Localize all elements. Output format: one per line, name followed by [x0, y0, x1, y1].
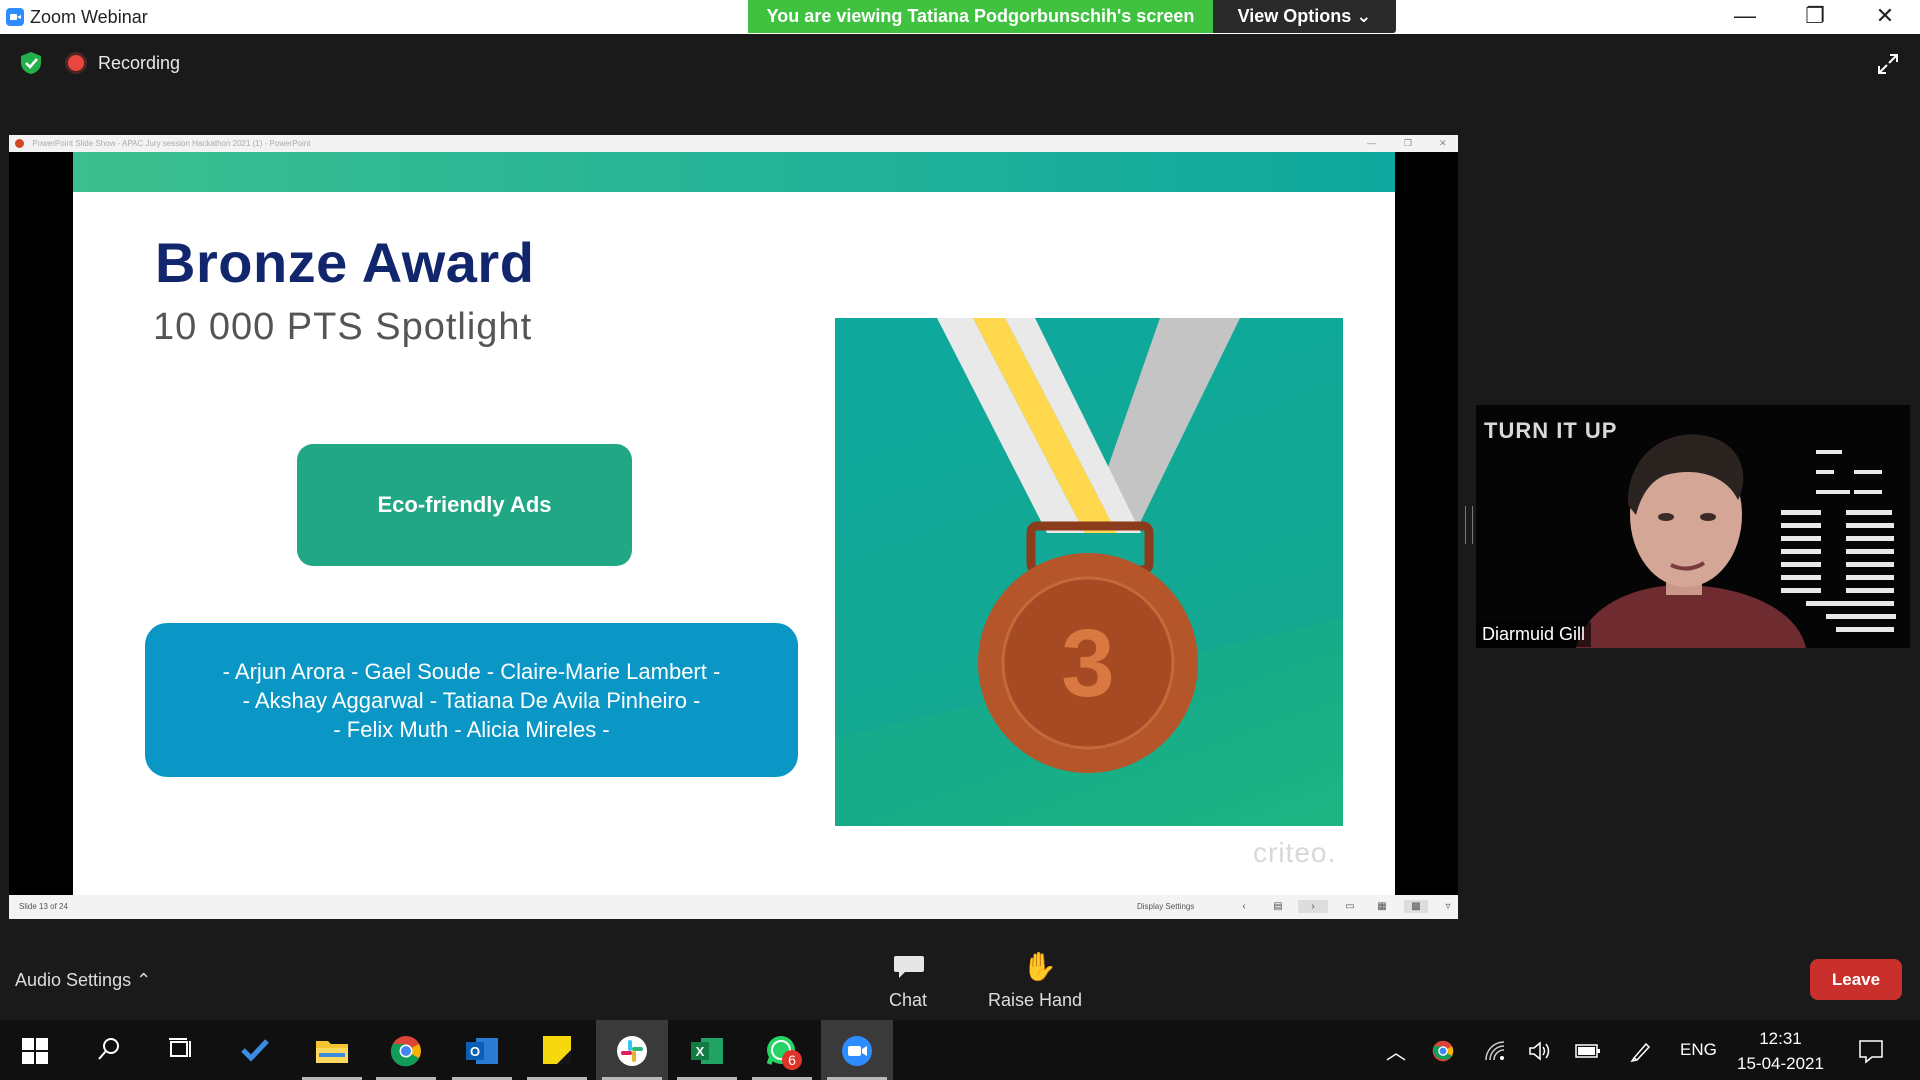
minimize-button[interactable]: —: [1710, 0, 1780, 34]
chrome-app[interactable]: [370, 1020, 442, 1080]
view-options-button[interactable]: View Options ⌄: [1213, 0, 1396, 33]
slide-sorter-icon[interactable]: ▦: [1375, 900, 1389, 913]
participant-name: Diarmuid Gill: [1476, 622, 1592, 647]
criteo-logo: criteo.: [1253, 837, 1337, 868]
language-indicator[interactable]: ENG: [1680, 1040, 1717, 1060]
chat-icon[interactable]: [893, 954, 925, 980]
reading-view-icon[interactable]: ▩: [1404, 900, 1428, 913]
search-icon[interactable]: [96, 1036, 122, 1062]
team-names-line: - Akshay Aggarwal - Tatiana De Avila Pin…: [242, 687, 701, 713]
panel-resize-handle[interactable]: [1465, 506, 1473, 544]
wifi-icon[interactable]: [1484, 1040, 1506, 1062]
zoom-icon: [842, 1036, 872, 1066]
window-title: Zoom Webinar: [30, 7, 148, 27]
raise-hand-label[interactable]: Raise Hand: [980, 990, 1090, 1011]
powerpoint-icon: [15, 139, 24, 149]
pp-minimize-icon[interactable]: —: [1367, 135, 1376, 152]
powerpoint-status-bar: Slide 13 of 24 Display Settings ‹ ▤ › ▭ …: [9, 895, 1458, 919]
battery-icon[interactable]: [1575, 1043, 1601, 1059]
outlook-icon: O: [466, 1038, 498, 1064]
action-center-icon[interactable]: [1858, 1038, 1884, 1064]
team-names-line: - Felix Muth - Alicia Mireles -: [333, 716, 610, 742]
powerpoint-title: PowerPoint Slide Show - APAC Jury sessio…: [32, 139, 311, 148]
viewing-screen-banner: You are viewing Tatiana Podgorbunschih's…: [748, 0, 1213, 33]
audio-settings-button[interactable]: Audio Settings ⌃: [15, 970, 151, 991]
todo-app-icon[interactable]: [240, 1036, 270, 1064]
whatsapp-app[interactable]: 6: [746, 1020, 818, 1080]
slide-menu-icon[interactable]: ▤: [1271, 900, 1285, 913]
team-names-line: - Arjun Arora - Gael Soude - Claire-Mari…: [222, 658, 721, 684]
slide-subtitle: 10 000 PTS Spotlight: [153, 306, 533, 348]
zoom-logo-icon: [6, 8, 24, 26]
chrome-icon: [390, 1036, 421, 1067]
tray-chrome-icon[interactable]: [1432, 1040, 1454, 1062]
whatsapp-badge: 6: [782, 1050, 802, 1070]
excel-app[interactable]: X: [671, 1020, 743, 1080]
maximize-button[interactable]: ❐: [1780, 0, 1850, 34]
clock-date: 15-04-2021: [1737, 1054, 1824, 1073]
raise-hand-icon[interactable]: ✋: [1022, 950, 1057, 983]
close-button[interactable]: ✕: [1850, 0, 1920, 34]
slide-header-band: [73, 152, 1395, 192]
normal-view-icon[interactable]: ▭: [1343, 900, 1357, 913]
bronze-medal-icon: 3: [835, 318, 1343, 826]
svg-text:O: O: [470, 1044, 480, 1059]
slide-title: Bronze Award: [155, 231, 535, 294]
system-clock[interactable]: 12:31 15-04-2021: [1737, 1026, 1824, 1076]
medal-illustration: 3: [835, 318, 1343, 826]
clock-time: 12:31: [1759, 1029, 1802, 1048]
slide-counter: Slide 13 of 24: [19, 902, 68, 911]
presentation-slide: Bronze Award 10 000 PTS Spotlight Eco-fr…: [73, 152, 1395, 895]
slack-app[interactable]: [596, 1020, 668, 1080]
excel-icon: X: [691, 1038, 723, 1064]
next-slide-icon[interactable]: ›: [1298, 900, 1328, 913]
folder-icon: [316, 1041, 348, 1063]
medal-number: 3: [1061, 610, 1114, 717]
recording-label[interactable]: Recording: [98, 53, 180, 74]
powerpoint-titlebar: PowerPoint Slide Show - APAC Jury sessio…: [9, 135, 1458, 152]
chat-label[interactable]: Chat: [868, 990, 948, 1011]
pen-workspace-icon[interactable]: [1630, 1040, 1652, 1062]
fullscreen-icon[interactable]: [1876, 52, 1900, 76]
recording-dot-icon: [68, 55, 84, 71]
tray-overflow-icon[interactable]: ︿: [1386, 1036, 1406, 1065]
zoom-app[interactable]: [821, 1020, 893, 1080]
sticky-notes-icon: [543, 1036, 571, 1064]
slideshow-view-icon[interactable]: ▿: [1441, 900, 1455, 913]
encryption-shield-icon[interactable]: [18, 50, 44, 76]
pp-restore-icon[interactable]: ❐: [1404, 135, 1412, 152]
display-settings-button[interactable]: Display Settings: [1137, 902, 1194, 911]
sticky-notes-app[interactable]: [521, 1020, 593, 1080]
outlook-app[interactable]: O: [446, 1020, 518, 1080]
previous-slide-icon[interactable]: ‹: [1237, 900, 1251, 913]
file-explorer-app[interactable]: [296, 1020, 368, 1080]
svg-text:X: X: [696, 1044, 705, 1059]
slack-icon: [617, 1036, 647, 1066]
task-view-icon[interactable]: [167, 1037, 195, 1063]
volume-icon[interactable]: [1528, 1040, 1552, 1062]
pp-close-icon[interactable]: ✕: [1439, 135, 1447, 152]
leave-button[interactable]: Leave: [1810, 959, 1902, 1000]
windows-start-icon[interactable]: [22, 1038, 48, 1064]
team-names-box: - Arjun Arora - Gael Soude - Claire-Mari…: [145, 623, 798, 777]
project-name-box: Eco-friendly Ads: [297, 444, 632, 566]
video-background-text: TURN IT UP: [1484, 418, 1618, 443]
